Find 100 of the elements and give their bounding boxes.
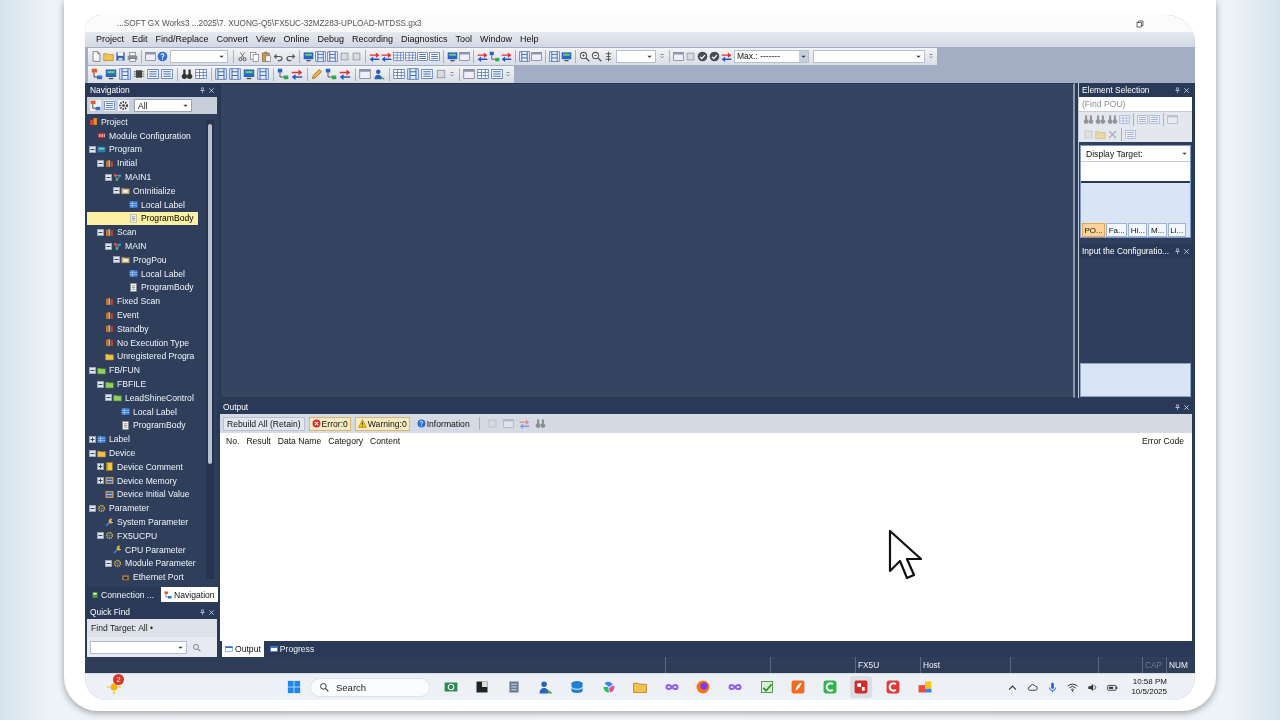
panel-tab[interactable]: Navigation — [161, 587, 218, 602]
tree-item[interactable]: Unregistered Progra — [87, 349, 199, 364]
cloud-icon[interactable] — [1027, 681, 1039, 693]
tree-item[interactable]: Device Initial Value — [87, 487, 194, 502]
tab[interactable]: M... — [1148, 223, 1167, 237]
tree-item[interactable]: Local Label — [87, 266, 189, 281]
tree-item[interactable]: Device Memory — [87, 473, 181, 488]
search-icon[interactable] — [192, 642, 201, 652]
arrows-icon[interactable] — [720, 50, 732, 62]
arrows-icon[interactable] — [339, 68, 351, 80]
pin-icon[interactable] — [1174, 86, 1181, 94]
tree-item[interactable]: MAIN — [87, 239, 151, 253]
monitor-icon[interactable] — [105, 68, 117, 80]
collapse-icon[interactable] — [97, 532, 104, 540]
find-pou-field[interactable]: (Find POU) — [1079, 97, 1192, 112]
ladder-icon[interactable] — [215, 68, 227, 80]
close-icon[interactable] — [1183, 247, 1190, 255]
zoom-out-icon[interactable] — [590, 50, 602, 62]
pencil-icon[interactable] — [311, 68, 323, 80]
column-header[interactable]: Result — [246, 435, 271, 446]
tree-item[interactable]: FX5UCPU — [87, 528, 162, 543]
list-icon[interactable] — [416, 50, 428, 62]
column-header[interactable]: Data Name — [277, 435, 322, 446]
pin-icon[interactable] — [1174, 403, 1181, 411]
check-circle-icon[interactable] — [696, 50, 708, 62]
ladder-icon[interactable] — [257, 68, 269, 80]
save-icon[interactable] — [114, 50, 126, 62]
pin-icon[interactable] — [199, 86, 206, 94]
collapse-icon[interactable] — [89, 449, 96, 457]
ladder-icon[interactable] — [548, 50, 560, 62]
ladder-icon[interactable] — [119, 68, 131, 80]
list-icon[interactable] — [421, 68, 433, 80]
tree-item[interactable]: Device Comment — [87, 459, 187, 474]
tree-item[interactable]: Project — [87, 115, 132, 129]
chip-icon[interactable] — [133, 68, 145, 80]
collapse-icon[interactable] — [113, 256, 120, 264]
search-field[interactable]: Search — [310, 677, 430, 697]
tree-item[interactable]: CPU Parameter — [87, 542, 190, 557]
ladder-icon[interactable] — [229, 68, 241, 80]
search-field[interactable] — [90, 640, 187, 654]
microphone-icon[interactable] — [1047, 681, 1059, 693]
tree-item[interactable]: Standby — [87, 321, 153, 336]
list-icon[interactable] — [161, 68, 173, 80]
dropdown[interactable]: Max.: ------- — [734, 49, 809, 63]
help-icon[interactable] — [156, 50, 168, 62]
menu-item[interactable]: Recording — [348, 33, 397, 46]
arrows-icon[interactable] — [380, 50, 392, 62]
expand-icon[interactable] — [89, 435, 96, 443]
collapse-icon[interactable] — [89, 146, 96, 153]
check-circle-icon[interactable] — [708, 50, 720, 62]
list-icon[interactable] — [104, 100, 115, 111]
network-icon[interactable] — [325, 68, 337, 80]
grid-icon[interactable] — [393, 68, 405, 80]
list-icon[interactable] — [428, 50, 440, 62]
restore-icon[interactable] — [1136, 19, 1144, 28]
information-filter[interactable]: Information — [413, 416, 473, 431]
grid-icon[interactable] — [195, 68, 207, 80]
monitor-icon[interactable] — [560, 50, 572, 62]
tab[interactable]: Li... — [1167, 223, 1186, 237]
collapse-icon[interactable] — [97, 159, 104, 167]
document-icon[interactable] — [90, 50, 102, 62]
arrows-icon[interactable] — [291, 68, 303, 80]
menu-item[interactable]: Edit — [128, 33, 152, 46]
collapse-icon[interactable] — [105, 242, 112, 250]
wifi-icon[interactable] — [1067, 681, 1079, 693]
arrows-icon[interactable] — [500, 50, 512, 62]
rebuild-dropdown[interactable]: Rebuild All (Retain) — [223, 416, 305, 431]
list-field[interactable] — [1081, 162, 1190, 183]
menu-item[interactable]: Tool — [451, 33, 477, 46]
close-icon[interactable] — [1183, 403, 1190, 411]
grid-icon[interactable] — [404, 50, 416, 62]
tree-item[interactable]: ProgPou — [87, 252, 171, 267]
collapse-icon[interactable] — [89, 504, 96, 512]
ladder-icon[interactable] — [407, 68, 419, 80]
scrollbar[interactable] — [206, 120, 214, 579]
error-filter[interactable]: Error:0 — [308, 416, 351, 431]
filter-dropdown[interactable]: All — [134, 99, 192, 112]
monitor-icon[interactable] — [243, 68, 255, 80]
tree-item[interactable]: Scan — [87, 225, 141, 240]
monitor-icon[interactable] — [446, 50, 458, 62]
pin-icon[interactable] — [199, 608, 206, 616]
tree-item[interactable]: Module Parameter — [87, 556, 200, 571]
overflow-icon[interactable] — [659, 51, 665, 61]
pin-icon[interactable] — [1174, 247, 1181, 255]
collapse-icon[interactable] — [105, 394, 112, 402]
copy-icon[interactable] — [248, 50, 260, 62]
list-icon[interactable] — [491, 68, 503, 80]
person-icon[interactable] — [373, 68, 385, 80]
panel-tab[interactable]: Progress — [266, 641, 318, 657]
menu-item[interactable]: Window — [476, 33, 517, 46]
column-header[interactable]: No. — [226, 435, 240, 446]
hierarchy-icon[interactable] — [91, 68, 103, 80]
overflow-icon[interactable] — [449, 69, 455, 79]
collapse-icon[interactable] — [105, 559, 112, 567]
tree-item[interactable]: FB/FUN — [87, 363, 145, 378]
collapse-icon[interactable] — [97, 228, 104, 236]
tree-item[interactable]: LeadShineControl — [87, 390, 198, 405]
menu-item[interactable]: Help — [516, 33, 543, 46]
tree-item[interactable]: Local Label — [87, 404, 181, 419]
close-icon[interactable] — [208, 86, 215, 94]
